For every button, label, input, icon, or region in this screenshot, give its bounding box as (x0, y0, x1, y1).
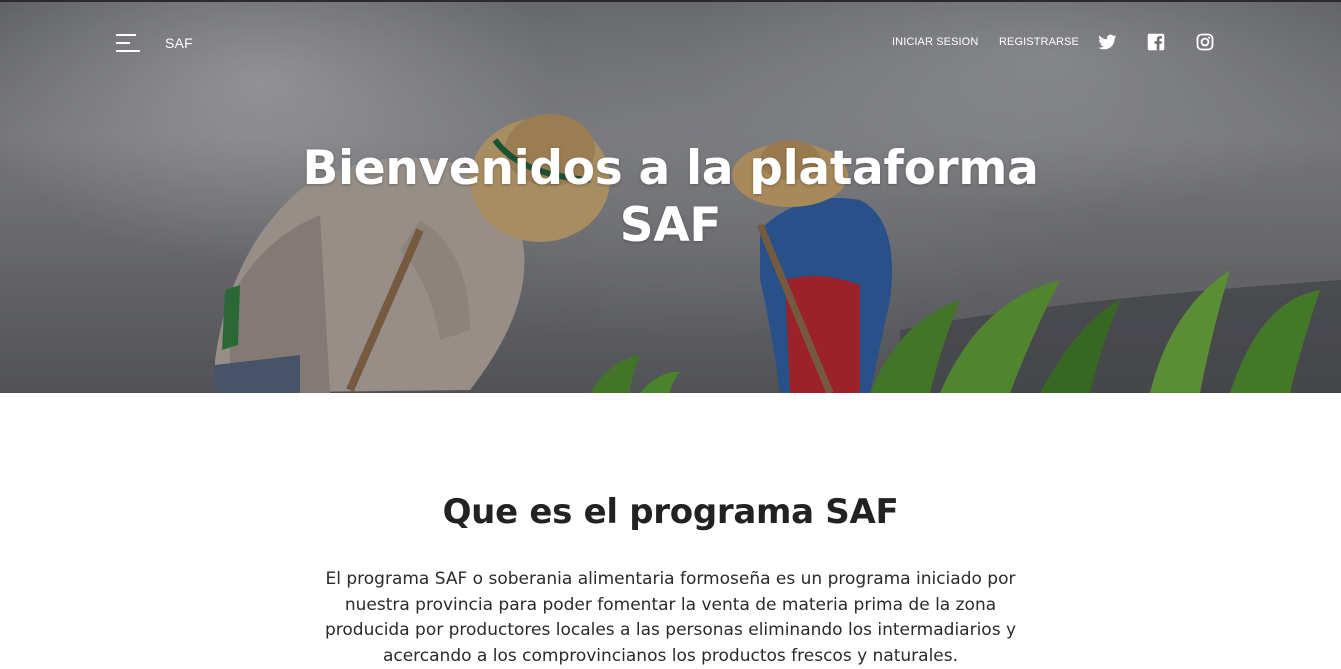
login-link[interactable]: INICIAR SESION (892, 36, 978, 48)
hero-banner: SAF INICIAR SESION REGISTRARSE Bienvenid… (0, 0, 1341, 393)
section-description: El programa SAF o soberania alimentaria … (324, 569, 1017, 666)
facebook-icon[interactable] (1147, 33, 1165, 51)
hero-title: Bienvenidos a la plataforma SAF (302, 141, 1039, 253)
section-title: Que es el programa SAF (442, 492, 899, 532)
instagram-icon[interactable] (1196, 33, 1214, 51)
hamburger-menu-icon[interactable] (116, 34, 140, 52)
about-section: Que es el programa SAF El programa SAF o… (0, 393, 1341, 666)
top-navbar: SAF INICIAR SESION REGISTRARSE (0, 0, 1341, 85)
twitter-icon[interactable] (1098, 33, 1117, 51)
register-link[interactable]: REGISTRARSE (999, 36, 1079, 48)
top-border (0, 0, 1341, 2)
brand-link[interactable]: SAF (165, 35, 193, 51)
